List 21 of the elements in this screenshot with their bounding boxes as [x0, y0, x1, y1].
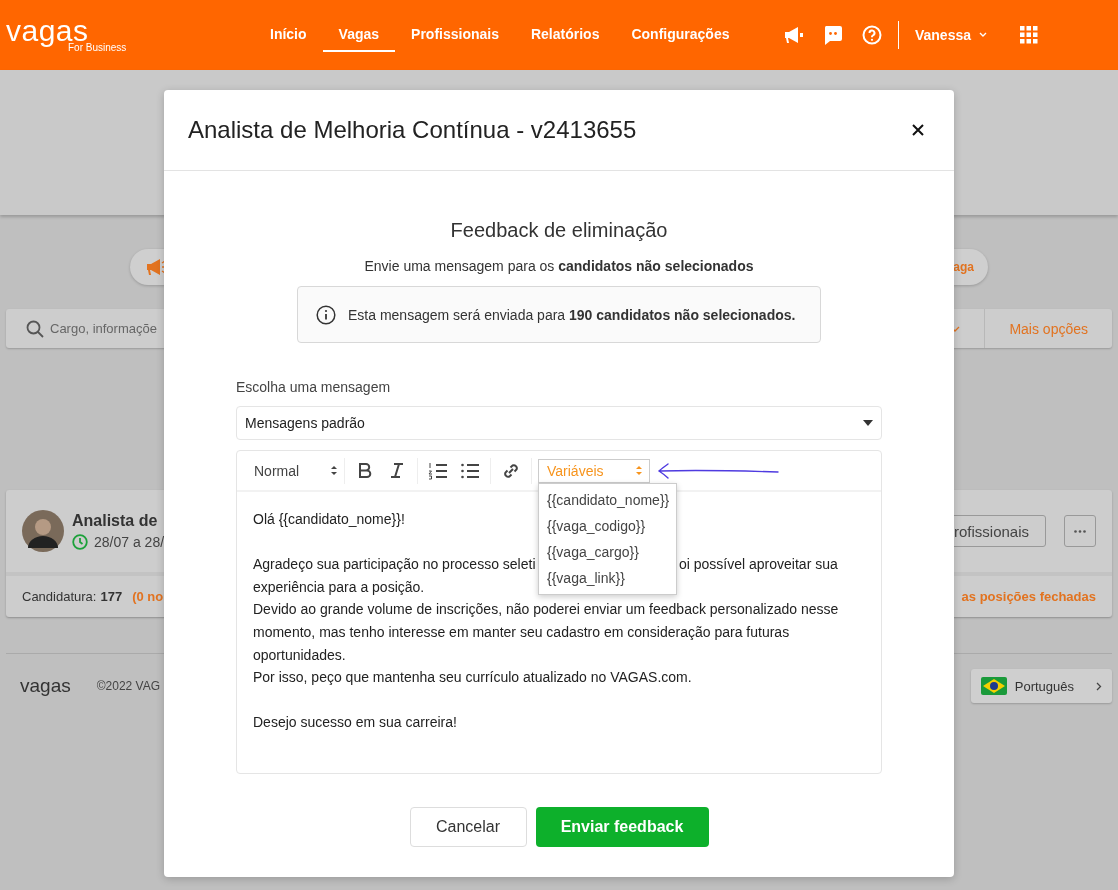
body-text: oportunidades. [253, 645, 346, 665]
modal-title: Analista de Melhoria Contínua - v2413655 [188, 116, 637, 144]
info-text: Esta mensagem será enviada para 190 candidatos não selecionados. [348, 306, 796, 323]
applications-note: (0 no [132, 589, 164, 604]
footer-logo: vagas [20, 675, 71, 697]
field-label: Escolha uma mensagem [236, 379, 392, 395]
body-text: Agradeço sua participação no processo seleti [253, 555, 537, 575]
body-text: momento, mas tenho interesse em manter seu cadastro em consideração para futuras [253, 622, 790, 642]
job-dates: 28/07 a 28/ [94, 534, 165, 550]
description-text: Envie uma mensagem para os candidatos não selecionados [364, 258, 754, 274]
body-text: Por isso, peço que mantenha seu currículo atualizado no VAGAS.com. [253, 668, 692, 688]
section-heading: Feedback de eliminação [450, 219, 668, 242]
body-text: Desejo sucesso em sua carreira! [253, 713, 457, 733]
copyright-text: ©2022 VAG [96, 679, 161, 693]
body-text: oi possível aproveitar sua [679, 555, 838, 575]
body-text: Olá {{candidato_nome}}! [253, 510, 405, 529]
pill-label: aga [953, 260, 974, 274]
body-text: Devido ao grande volume de inscrições, não poderei enviar um feedback personalizado nesse [253, 600, 839, 620]
body-text: experiência para a posição. [253, 577, 425, 597]
applications-label: Candidatura: [22, 589, 97, 604]
applications-count: 177 [100, 589, 123, 604]
